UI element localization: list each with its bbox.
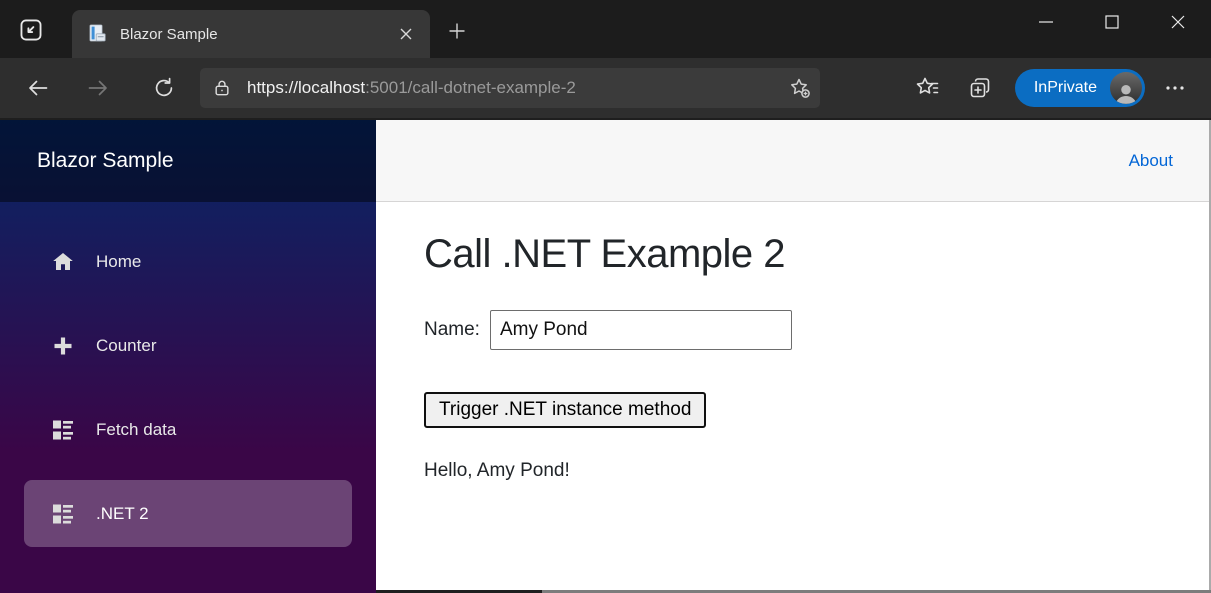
- sidebar: Blazor Sample Home: [0, 120, 376, 593]
- favorites-icon[interactable]: [909, 69, 947, 107]
- lock-icon[interactable]: [212, 78, 232, 98]
- about-link[interactable]: About: [1129, 151, 1173, 171]
- sidebar-item-label: Home: [96, 252, 141, 272]
- plus-icon: [50, 333, 76, 359]
- list-rich-icon: [50, 417, 76, 443]
- minimize-button[interactable]: [1013, 0, 1079, 44]
- new-tab-button[interactable]: [440, 16, 474, 46]
- add-favorite-icon[interactable]: [788, 76, 812, 100]
- app-brand[interactable]: Blazor Sample: [37, 149, 174, 173]
- back-button[interactable]: [18, 68, 58, 108]
- page-title: Call .NET Example 2: [424, 232, 1211, 277]
- sidebar-brand-row: Blazor Sample: [0, 120, 376, 202]
- page-content: Call .NET Example 2 Name: Trigger .NET i…: [376, 202, 1211, 482]
- maximize-button[interactable]: [1079, 0, 1145, 44]
- top-row: About: [376, 120, 1211, 202]
- page-viewport: Blazor Sample Home: [0, 120, 1211, 593]
- tab-actions-menu-button[interactable]: [14, 13, 48, 47]
- nav-menu: Home Counter: [0, 202, 376, 547]
- url-path-part: :5001/call-dotnet-example-2: [365, 78, 576, 97]
- close-window-button[interactable]: [1145, 0, 1211, 44]
- sidebar-item-dotnet-2[interactable]: .NET 2: [24, 480, 352, 547]
- tab-strip: Blazor Sample: [0, 0, 1211, 58]
- browser-window: Blazor Sample: [0, 0, 1211, 593]
- tab-actions-icon: [18, 17, 44, 43]
- tab-title: Blazor Sample: [120, 26, 392, 43]
- sidebar-item-home[interactable]: Home: [24, 228, 352, 295]
- sidebar-item-label: Counter: [96, 336, 156, 356]
- main-area: About Call .NET Example 2 Name: Trigger …: [376, 120, 1211, 593]
- window-controls: [1013, 0, 1211, 44]
- forward-button[interactable]: [78, 68, 118, 108]
- name-field-row: Name:: [424, 310, 1211, 350]
- navigation-toolbar: https://localhost:5001/call-dotnet-examp…: [0, 58, 1211, 120]
- url-text: https://localhost:5001/call-dotnet-examp…: [247, 78, 788, 98]
- tab-close-icon[interactable]: [392, 20, 420, 48]
- settings-menu-icon[interactable]: [1155, 68, 1195, 108]
- trigger-dotnet-button[interactable]: Trigger .NET instance method: [424, 392, 706, 428]
- inprivate-label: InPrivate: [1034, 79, 1097, 97]
- home-icon: [50, 249, 76, 275]
- url-secure-part: https://localhost: [247, 78, 365, 97]
- sidebar-item-label: Fetch data: [96, 420, 176, 440]
- profile-avatar[interactable]: [1110, 72, 1142, 104]
- address-bar[interactable]: https://localhost:5001/call-dotnet-examp…: [200, 68, 820, 108]
- name-label: Name:: [424, 319, 480, 341]
- greeting-text: Hello, Amy Pond!: [424, 460, 1211, 482]
- list-rich-icon: [50, 501, 76, 527]
- sidebar-item-fetch-data[interactable]: Fetch data: [24, 396, 352, 463]
- sidebar-item-label: .NET 2: [96, 504, 149, 524]
- name-input[interactable]: [490, 310, 792, 350]
- toolbar-right-group: InPrivate: [895, 68, 1195, 108]
- inprivate-badge[interactable]: InPrivate: [1015, 69, 1145, 107]
- favicon-icon: [88, 24, 108, 44]
- collections-icon[interactable]: [961, 69, 999, 107]
- browser-tab[interactable]: Blazor Sample: [72, 10, 430, 58]
- refresh-button[interactable]: [144, 68, 184, 108]
- sidebar-item-counter[interactable]: Counter: [24, 312, 352, 379]
